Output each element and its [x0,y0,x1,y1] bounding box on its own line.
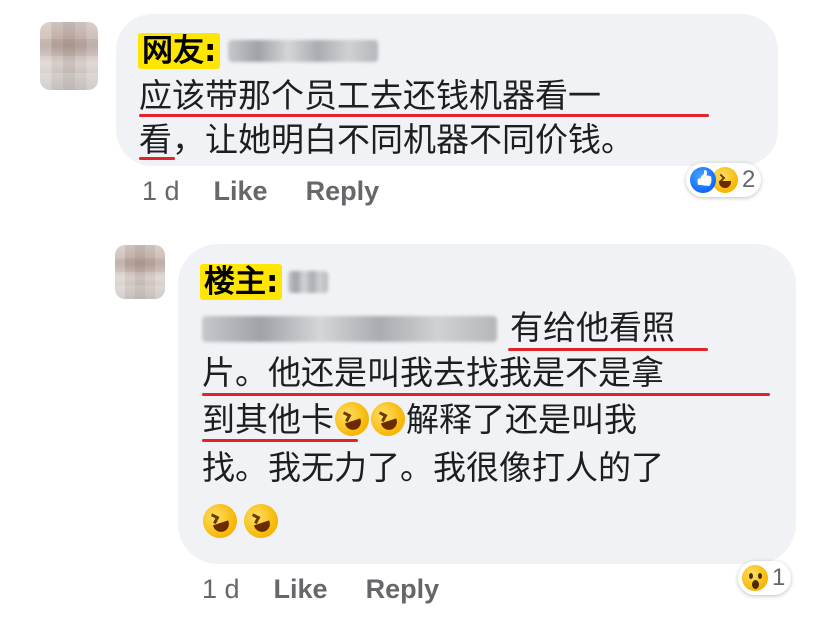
underline-mark [202,393,770,396]
reaction-summary[interactable]: 1 [738,561,792,595]
comment-text-line: 看，让她明白不同机器不同价钱。 [139,120,634,159]
reply-actions: 1 d Like Reply [202,574,439,605]
reply-author-row: 楼主: [200,264,329,300]
reaction-summary[interactable]: 2 [686,163,762,197]
reply-text-line: 有给他看照 [510,308,675,347]
reply-text-line: 片。他还是叫我去找我是不是拿 [202,353,664,392]
comment-actions: 1 d Like Reply [142,176,379,207]
reply-text-line: 找。我无力了。我很像打人的了 [202,448,664,487]
reply-text-segment: 到其他卡 [202,400,334,439]
reply-text-segment: 解释了还是叫我 [406,400,637,439]
reaction-count: 1 [772,564,786,591]
author-tag-highlight: 楼主: [200,264,283,300]
rofl-emoji-icon [239,499,283,543]
blurred-author-name[interactable] [228,40,379,62]
reply-emoji-line [198,499,283,544]
wow-icon [742,565,768,591]
rofl-emoji-icon [330,397,374,441]
like-button[interactable]: Like [274,574,328,605]
reply-timestamp[interactable]: 1 d [202,574,240,605]
author-tag-highlight: 网友: [138,33,221,69]
like-button[interactable]: Like [214,176,268,207]
underline-mark [139,114,709,117]
comment-timestamp[interactable]: 1 d [142,176,180,207]
reply-button[interactable]: Reply [306,176,380,207]
reply-button[interactable]: Reply [366,574,440,605]
blurred-mention[interactable] [202,316,497,342]
comment-author-row: 网友: [138,33,379,69]
like-icon [690,167,716,193]
rofl-emoji-icon [198,499,242,543]
reaction-count: 2 [742,166,756,193]
rofl-emoji-icon [366,397,410,441]
commenter-avatar[interactable] [40,22,98,90]
blurred-author-name[interactable] [288,271,329,293]
underline-mark [202,439,358,442]
comment-text-line: 应该带那个员工去还钱机器看一 [139,76,601,115]
underline-mark [139,157,175,160]
reply-author-avatar[interactable] [115,245,165,299]
reply-text-line: 到其他卡 解释了还是叫我 [202,397,637,442]
